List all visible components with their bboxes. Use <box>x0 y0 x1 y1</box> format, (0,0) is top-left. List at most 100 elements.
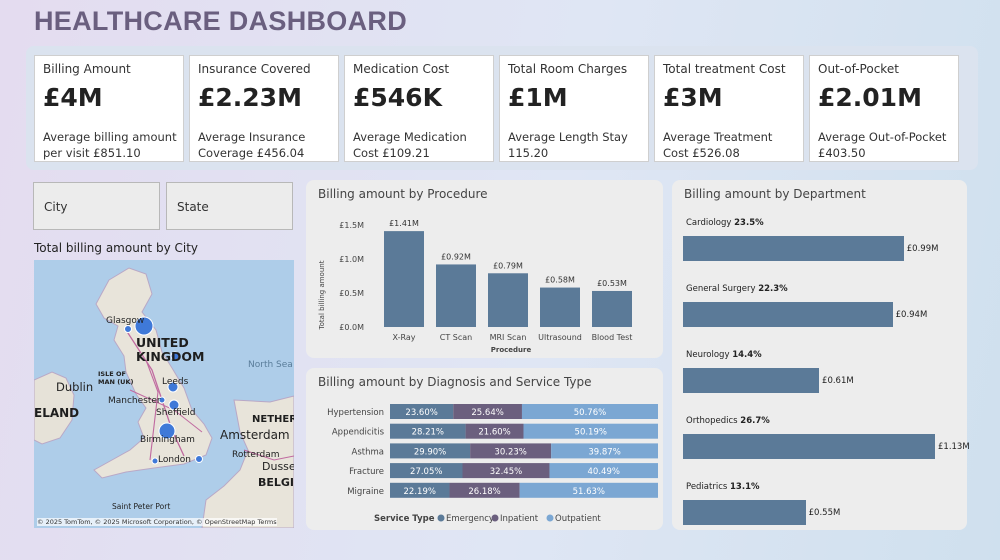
diagnosis-segment-label: 27.05% <box>410 467 442 477</box>
department-label: Neurology 14.4% <box>686 350 762 360</box>
legend-item-emergency[interactable]: Emergency <box>446 514 494 524</box>
diagnosis-segment-label: 25.64% <box>471 408 503 418</box>
kpi-value: £546K <box>353 83 442 112</box>
department-bar[interactable] <box>683 500 806 525</box>
map-label-north-sea: North Sea <box>248 360 293 370</box>
map-label-leeds: Leeds <box>162 377 189 387</box>
procedure-category-label: X-Ray <box>393 333 416 342</box>
map-label-saint-peter-port: Saint Peter Port <box>112 502 171 511</box>
diagnosis-segment-label: 29.90% <box>414 447 446 457</box>
kpi-subtext: Average Treatment Cost £526.08 <box>663 130 773 160</box>
department-bar[interactable] <box>683 302 893 327</box>
state-slicer[interactable]: State <box>166 182 293 230</box>
kpi-label: Out-of-Pocket <box>818 62 899 76</box>
procedure-value-label: £1.41M <box>389 219 419 228</box>
procedure-y-axis-label: Total billing amount <box>318 260 326 330</box>
map-label-manchester: Manchester <box>108 396 161 406</box>
procedure-category-label: CT Scan <box>440 333 472 342</box>
diagnosis-segment-label: 50.19% <box>575 428 607 438</box>
diagnosis-category-label: Appendicitis <box>332 428 385 438</box>
diagnosis-category-label: Asthma <box>352 447 384 457</box>
procedure-x-axis-label: Procedure <box>491 346 532 354</box>
department-value-label: £0.61M <box>822 376 854 386</box>
kpi-value: £4M <box>43 83 103 112</box>
procedure-chart-card: Billing amount by Procedure Total billin… <box>306 180 663 358</box>
legend-marker <box>491 514 499 522</box>
department-bar[interactable] <box>683 236 904 261</box>
map-label-sheffield: Sheffield <box>156 408 196 418</box>
kpi-value: £1M <box>508 83 568 112</box>
map-label-glasgow: Glasgow <box>106 316 145 326</box>
procedure-value-label: £0.53M <box>597 279 627 288</box>
page-title: HEALTHCARE DASHBOARD <box>34 6 407 36</box>
legend-marker <box>437 514 445 522</box>
map-attribution: © 2025 TomTom, © 2025 Microsoft Corporat… <box>37 518 277 526</box>
diagnosis-legend-title: Service Type <box>374 514 435 524</box>
procedure-category-label: MRI Scan <box>490 333 527 342</box>
kpi-panel: Billing Amount £4M Average billing amoun… <box>26 46 978 170</box>
diagnosis-chart-card: Billing amount by Diagnosis and Service … <box>306 368 663 530</box>
procedure-category-label: Blood Test <box>592 333 633 342</box>
kpi-subtext: Average Out-of-Pocket £403.50 <box>818 130 947 160</box>
map-label-belgium: BELGI <box>258 476 294 489</box>
procedure-bar[interactable] <box>540 287 580 327</box>
department-bar[interactable] <box>683 434 935 459</box>
diagnosis-category-label: Migraine <box>347 487 384 497</box>
kpi-label: Billing Amount <box>43 62 131 76</box>
diagnosis-category-label: Fracture <box>349 467 384 477</box>
diagnosis-segment-label: 26.18% <box>468 487 500 497</box>
kpi-label: Total Room Charges <box>508 62 628 76</box>
kpi-card-billing[interactable]: Billing Amount £4M Average billing amoun… <box>34 55 184 162</box>
map-panel: City State Total billing amount by City <box>26 178 300 530</box>
kpi-value: £3M <box>663 83 723 112</box>
diagnosis-segment-label: 22.19% <box>404 487 436 497</box>
procedure-bar[interactable] <box>436 264 476 327</box>
map-label-london: London <box>158 455 191 465</box>
y-tick-label: £1.5M <box>339 221 364 230</box>
kpi-card-medication[interactable]: Medication Cost £546K Average Medication… <box>344 55 494 162</box>
kpi-subtext: Average Medication Cost £109.21 <box>353 130 467 160</box>
y-tick-label: £0.0M <box>339 323 364 332</box>
diagnosis-chart: Hypertension 23.60% 25.64% 50.76% Appendicit… <box>327 404 658 524</box>
kpi-card-insurance[interactable]: Insurance Covered £2.23M Average Insuran… <box>189 55 339 162</box>
department-value-label: £0.94M <box>895 310 928 320</box>
procedure-chart: Total billing amount Procedure £0.0M £0.5… <box>318 219 633 354</box>
legend-item-outpatient[interactable]: Outpatient <box>555 514 601 524</box>
kpi-label: Total treatment Cost <box>663 62 786 76</box>
department-bar[interactable] <box>683 368 820 393</box>
kpi-value: £2.23M <box>198 83 302 112</box>
map-label-dublin: Dublin <box>56 380 94 394</box>
procedure-value-label: £0.92M <box>441 252 471 261</box>
kpi-card-room-charges[interactable]: Total Room Charges £1M Average Length St… <box>499 55 649 162</box>
diagnosis-segment-label: 39.87% <box>588 447 620 457</box>
procedure-bar[interactable] <box>592 290 632 327</box>
diagnosis-segment-label: 21.60% <box>478 428 510 438</box>
procedure-category-label: Ultrasound <box>538 333 582 342</box>
procedure-value-label: £0.79M <box>493 261 523 270</box>
map-title: Total billing amount by City <box>34 241 198 255</box>
diagnosis-segment-label: 30.23% <box>494 447 526 457</box>
department-label: Orthopedics 26.7% <box>686 416 770 426</box>
department-label: Pediatrics 13.1% <box>686 482 760 492</box>
diagnosis-segment-label: 51.63% <box>573 487 605 497</box>
procedure-bar[interactable] <box>384 231 424 327</box>
city-map[interactable]: Glasgow UNITED KINGDOM Leeds Manchester … <box>34 260 294 528</box>
kpi-card-out-of-pocket[interactable]: Out-of-Pocket £2.01M Average Out-of-Pock… <box>809 55 959 162</box>
diagnosis-segment-label: 40.49% <box>588 467 620 477</box>
map-label-ireland: ELAND <box>34 406 80 420</box>
kpi-card-treatment[interactable]: Total treatment Cost £3M Average Treatme… <box>654 55 804 162</box>
department-value-label: £0.55M <box>808 508 841 518</box>
map-label-amsterdam: Amsterdam <box>220 428 290 442</box>
diagnosis-segment-label: 50.76% <box>574 408 606 418</box>
department-chart-card: Billing amount by Department Cardiology … <box>672 180 970 530</box>
map-label-isle-of-man: ISLE OF MAN (UK) <box>98 370 134 386</box>
city-slicer[interactable]: City <box>33 182 160 230</box>
diagnosis-category-label: Hypertension <box>327 408 384 418</box>
legend-item-inpatient[interactable]: Inpatient <box>500 514 539 524</box>
y-tick-label: £0.5M <box>339 289 364 298</box>
procedure-bar[interactable] <box>488 273 528 327</box>
diagnosis-segment-label: 28.21% <box>412 428 444 438</box>
kpi-subtext: Average billing amount per visit £851.10 <box>43 130 177 160</box>
kpi-subtext: Average Insurance Coverage £456.04 <box>198 130 306 160</box>
legend-marker <box>546 514 554 522</box>
